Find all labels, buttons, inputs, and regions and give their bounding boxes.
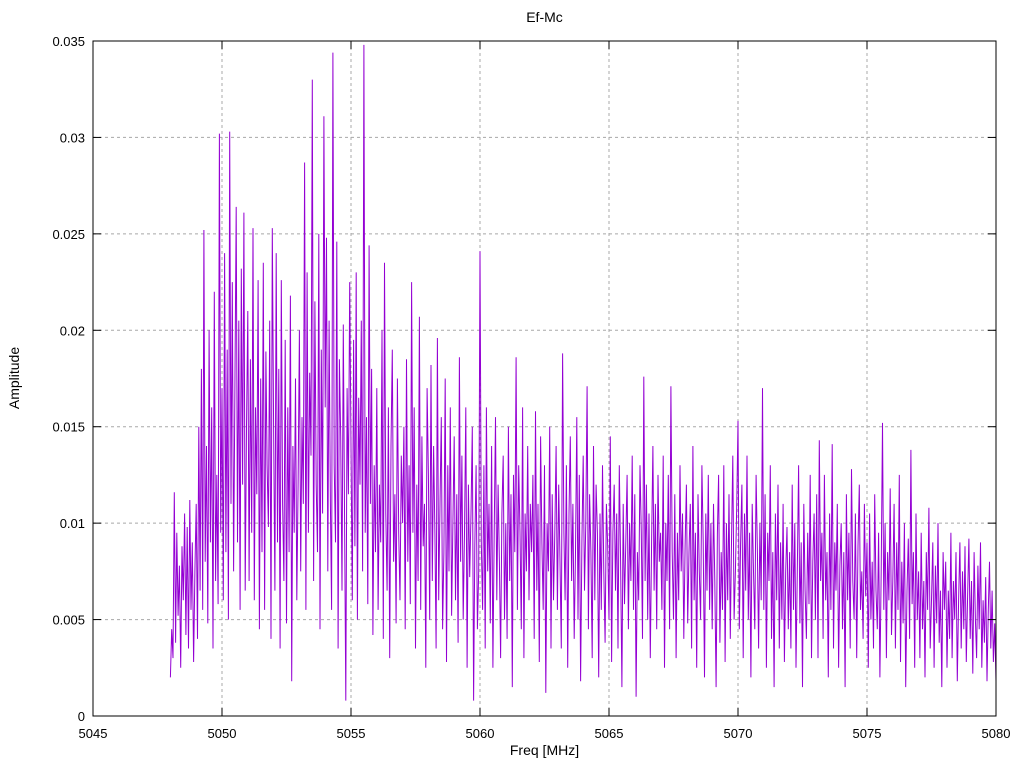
- y-tick-label: 0.025: [52, 227, 85, 242]
- y-tick-label: 0.015: [52, 420, 85, 435]
- x-tick-label: 5055: [337, 726, 366, 741]
- x-tick-label: 5065: [595, 726, 624, 741]
- x-tick-label: 5050: [208, 726, 237, 741]
- x-tick-label: 5080: [982, 726, 1011, 741]
- x-tick-label: 5070: [724, 726, 753, 741]
- chart: Ef-Mc 5045 5050 5055 5060 5065 5070 5075 5080 0 0…: [0, 0, 1024, 768]
- x-axis-label: Freq [MHz]: [509, 742, 580, 758]
- x-tick-label: 5075: [853, 726, 882, 741]
- y-tick-label: 0.02: [60, 323, 85, 338]
- y-tick-label: 0: [78, 709, 85, 724]
- y-tick-label: 0.01: [60, 516, 85, 531]
- y-tick-label: 0.03: [60, 130, 85, 145]
- plot-area-svg: 5045 5050 5055 5060 5065 5070 5075 5080 0 0.005 0.…: [52, 34, 1011, 741]
- y-tick-label: 0.035: [52, 34, 85, 49]
- x-tick-label: 5060: [466, 726, 495, 741]
- series-line: [169, 44, 997, 701]
- y-tick-label: 0.005: [52, 613, 85, 628]
- y-axis-label: Amplitude: [6, 346, 22, 410]
- x-tick-label: 5045: [79, 726, 108, 741]
